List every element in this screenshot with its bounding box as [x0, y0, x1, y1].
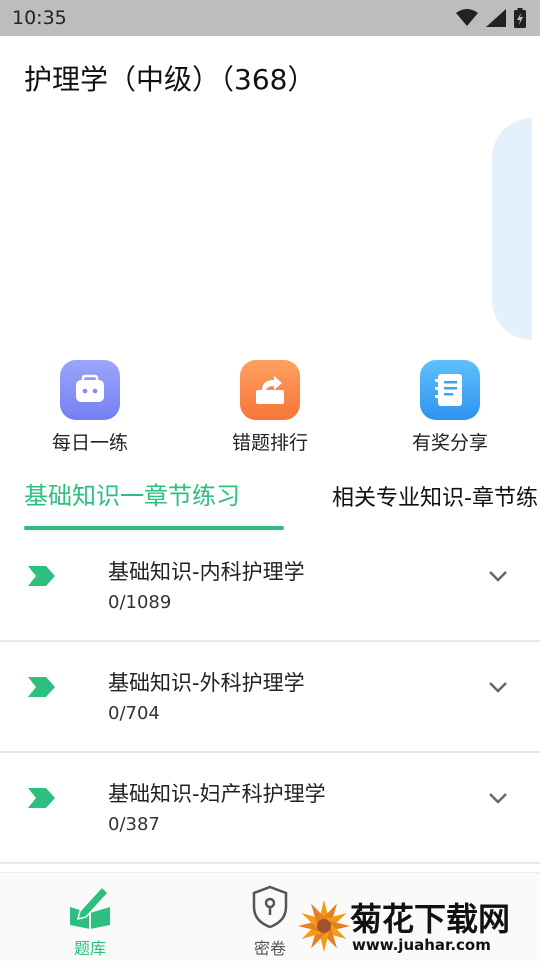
status-icons: [456, 8, 526, 28]
status-bar: 10:35: [0, 0, 540, 36]
nav-question-bank[interactable]: 题库: [40, 885, 140, 959]
list-item[interactable]: 基础知识-内科护理学 0/1089: [0, 530, 540, 642]
daily-practice-label: 每日一练: [51, 432, 128, 454]
reward-share-label: 有奖分享: [411, 432, 488, 454]
chapter-title: 基础知识-妇产科护理学: [108, 782, 326, 806]
chevron-down-icon[interactable]: [486, 675, 510, 699]
wifi-icon: [456, 9, 478, 26]
nav-question-bank-label: 题库: [73, 939, 106, 958]
page-title: 护理学（中级）（368）: [24, 63, 316, 96]
signal-icon: [486, 9, 506, 27]
reward-share-button[interactable]: 有奖分享: [375, 360, 525, 455]
chapter-title: 基础知识-内科护理学: [108, 560, 305, 584]
banner-carousel[interactable]: [0, 112, 540, 344]
daily-practice-button[interactable]: 每日一练: [15, 360, 165, 455]
wrong-questions-label: 错题排行: [231, 432, 308, 454]
chapter-progress: 0/704: [108, 703, 160, 724]
chevron-down-icon[interactable]: [486, 564, 510, 588]
chapter-title: 基础知识-外科护理学: [108, 671, 305, 695]
wrong-questions-ranking-button[interactable]: 错题排行: [195, 360, 345, 455]
status-time: 10:35: [12, 7, 67, 29]
watermark: 菊花下载网 www.juahar.com: [296, 892, 540, 960]
notebook-icon: [420, 360, 480, 420]
battery-icon: [514, 8, 526, 28]
chrysanthemum-logo: [298, 900, 350, 952]
shield-keyhole-icon: [252, 885, 288, 929]
watermark-url: www.juahar.com: [352, 936, 491, 954]
tag-arrow-icon: [28, 788, 55, 808]
tag-arrow-icon: [28, 566, 55, 586]
tab-related-knowledge[interactable]: 相关专业知识-章节练习: [332, 480, 540, 512]
chapter-tabs: 基础知识一章节练习 相关专业知识-章节练习: [0, 470, 540, 532]
list-item[interactable]: 基础知识-妇产科护理学 0/387: [0, 752, 540, 864]
list-item[interactable]: 基础知识-外科护理学 0/704: [0, 641, 540, 753]
chapter-progress: 0/387: [108, 814, 160, 835]
book-pen-icon: [70, 885, 110, 929]
briefcase-icon: [60, 360, 120, 420]
tab-basic-knowledge[interactable]: 基础知识一章节练习: [24, 476, 240, 511]
chevron-down-icon[interactable]: [486, 786, 510, 810]
tag-arrow-icon: [28, 677, 55, 697]
watermark-text: 菊花下载网: [350, 900, 511, 938]
share-box-icon: [240, 360, 300, 420]
chapter-progress: 0/1089: [108, 592, 172, 613]
banner-next-slide-edge: [492, 118, 532, 340]
